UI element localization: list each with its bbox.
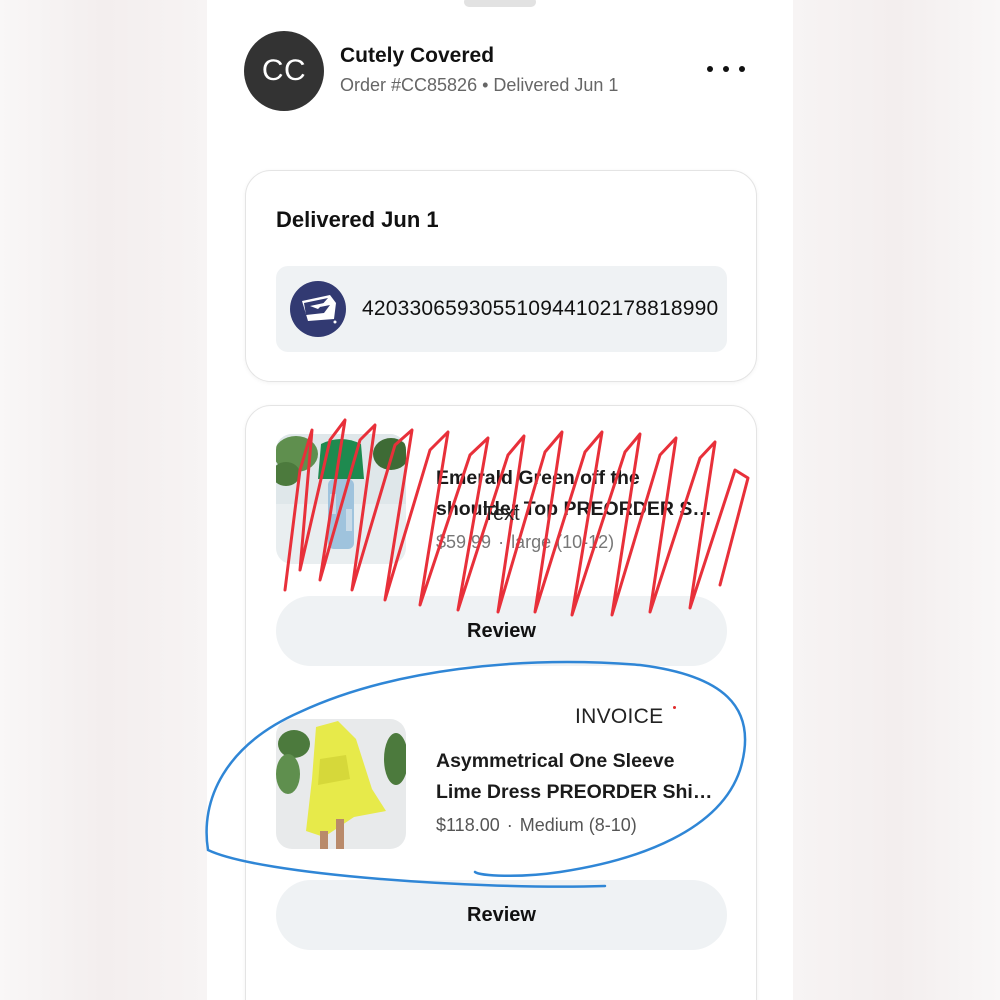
- invoice-red-dot: [673, 706, 676, 709]
- shop-avatar[interactable]: CC: [244, 31, 324, 111]
- invoice-label: INVOICE: [575, 705, 664, 728]
- items-card: Emerald Green off the shoulder Top PREOR…: [245, 405, 757, 1000]
- item-title-line2: shoulder Top PREORDER S…: [436, 498, 712, 520]
- item-size: Medium (8-10): [519, 815, 637, 835]
- item-meta-emerald-top: $59.99 · large (10-12): [436, 532, 614, 553]
- more-options-button[interactable]: [702, 52, 750, 86]
- more-horizontal-icon: [707, 66, 713, 72]
- tracking-row[interactable]: 420330659305510944102178818990: [276, 266, 727, 352]
- item-title-lime-dress[interactable]: Asymmetrical One Sleeve Lime Dress PREOR…: [436, 746, 736, 808]
- item-price: $59.99: [436, 532, 492, 552]
- more-horizontal-icon: [723, 66, 729, 72]
- item-image-lime-dress[interactable]: [276, 719, 406, 849]
- meta-separator: ·: [498, 532, 505, 552]
- avatar-initials: CC: [261, 54, 307, 87]
- annotation-text: Text: [483, 503, 520, 525]
- sheet-grabber[interactable]: [464, 0, 536, 7]
- order-details-screen: CC Cutely Covered Order #CC85826 • Deliv…: [207, 0, 793, 1000]
- background-right: [793, 0, 1000, 1000]
- item-meta-lime-dress: $118.00 · Medium (8-10): [436, 815, 637, 836]
- meta-separator: ·: [506, 815, 513, 835]
- item-price: $118.00: [436, 815, 500, 835]
- more-horizontal-icon: [739, 66, 745, 72]
- item-size: large (10-12): [511, 532, 615, 552]
- review-button[interactable]: Review: [276, 596, 727, 666]
- delivery-card: Delivered Jun 1 420330659305510944102178…: [245, 170, 757, 382]
- delivery-status-title: Delivered Jun 1: [276, 207, 439, 232]
- item-title-line1: Emerald Green off the: [436, 467, 640, 489]
- item-image-emerald-top[interactable]: [276, 434, 406, 564]
- review-button[interactable]: Review: [276, 880, 727, 950]
- usps-eagle-icon: [290, 281, 346, 337]
- order-subtitle: Order #CC85826 • Delivered Jun 1: [340, 75, 619, 95]
- shop-name[interactable]: Cutely Covered: [340, 44, 494, 68]
- item-title-line2: Lime Dress PREORDER Shi…: [436, 781, 713, 803]
- item-title-line1: Asymmetrical One Sleeve: [436, 750, 675, 772]
- background-left: [0, 0, 207, 1000]
- item-title-emerald-top[interactable]: Emerald Green off the shoulder Top PREOR…: [436, 463, 736, 525]
- tracking-number: 420330659305510944102178818990: [362, 297, 719, 320]
